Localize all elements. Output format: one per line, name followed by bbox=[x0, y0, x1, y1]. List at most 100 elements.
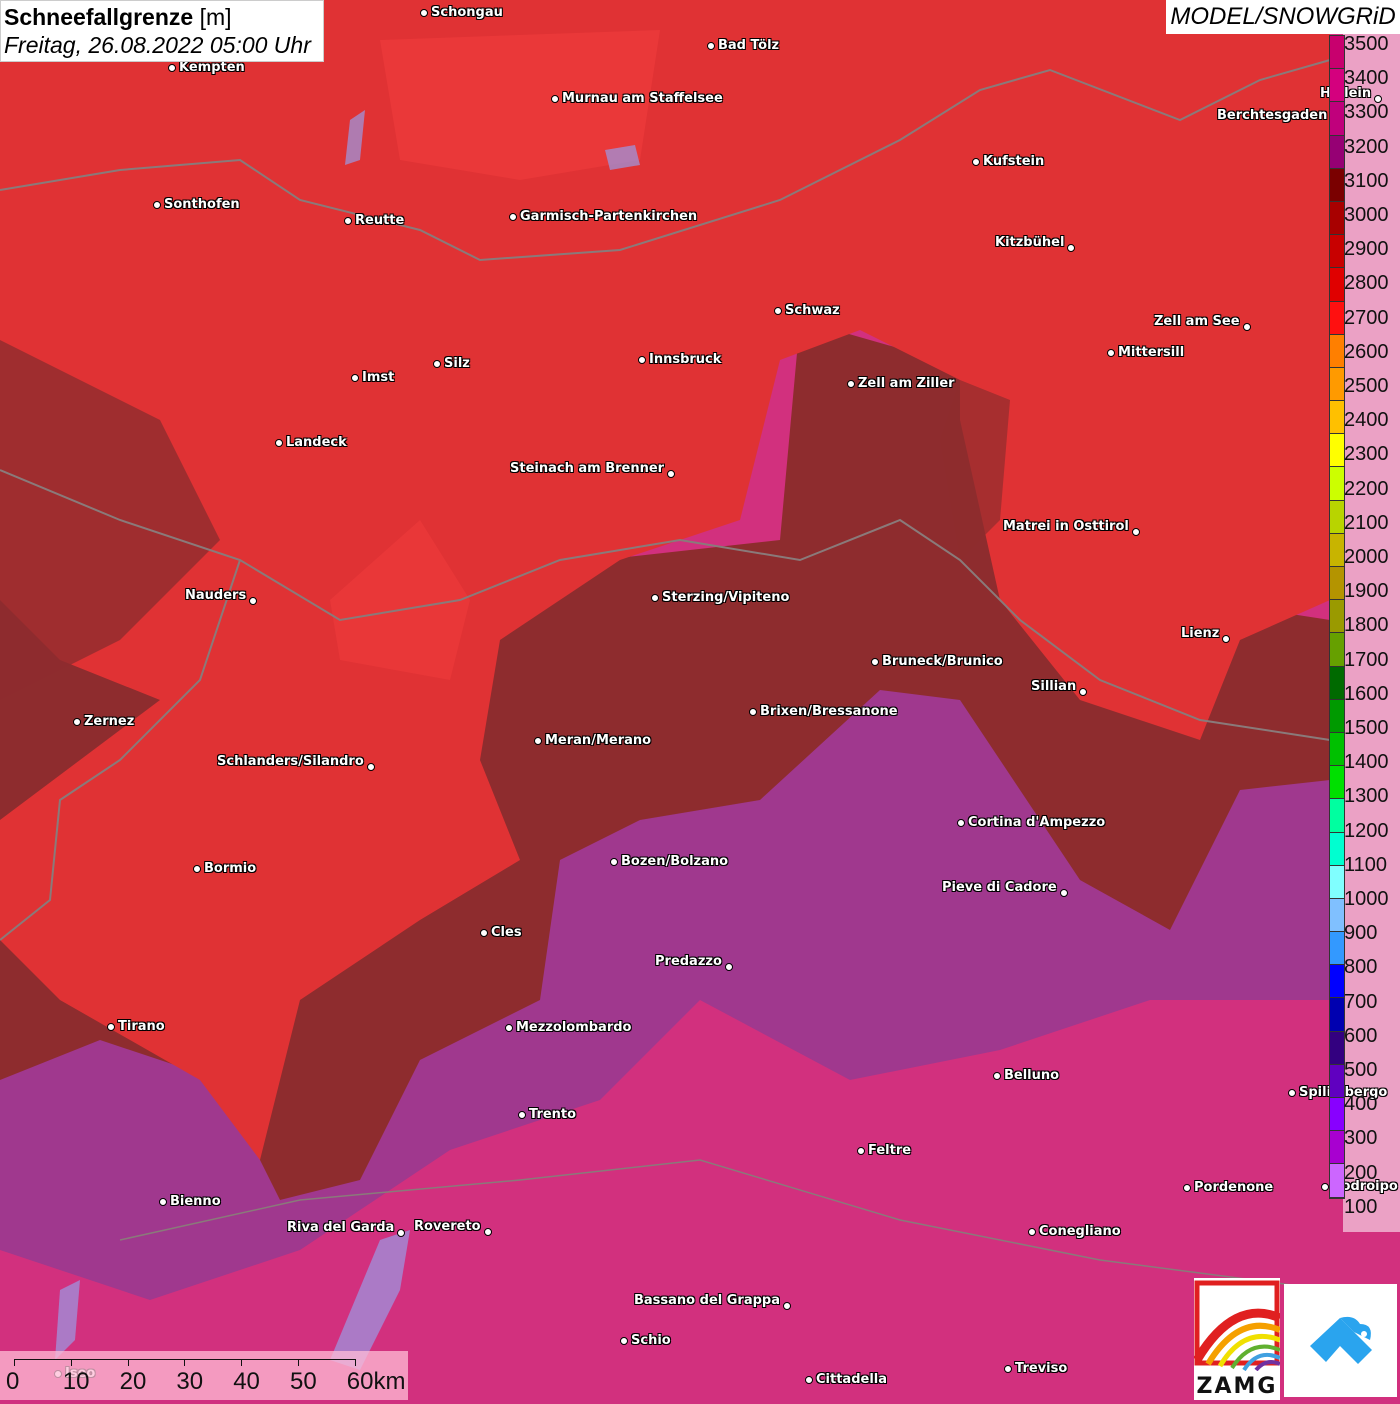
city-label: Zernez bbox=[84, 714, 135, 729]
city-label: Schwaz bbox=[785, 303, 840, 318]
city-label: Kufstein bbox=[983, 154, 1045, 169]
legend-swatch bbox=[1330, 235, 1344, 269]
legend-label: 900 bbox=[1344, 922, 1378, 945]
legend-swatch bbox=[1330, 434, 1344, 468]
city-label: Rovereto bbox=[414, 1219, 481, 1234]
legend-label: 3300 bbox=[1344, 101, 1389, 124]
scale-label: 50 bbox=[290, 1368, 317, 1395]
city-marker bbox=[433, 360, 441, 368]
legend-label: 800 bbox=[1344, 956, 1378, 979]
legend-swatch bbox=[1330, 168, 1344, 202]
legend-label: 2700 bbox=[1344, 306, 1389, 329]
city-marker bbox=[638, 356, 646, 364]
city-marker bbox=[707, 42, 715, 50]
scale-label: 30 bbox=[176, 1368, 204, 1395]
city-marker bbox=[1132, 528, 1140, 536]
scale-tick bbox=[127, 1359, 129, 1366]
legend-label: 1600 bbox=[1344, 682, 1389, 705]
city-label: Kitzbühel bbox=[995, 235, 1065, 250]
scale-tick bbox=[241, 1359, 243, 1366]
legend-swatch bbox=[1330, 1031, 1344, 1065]
city-label: Kempten bbox=[179, 60, 245, 75]
city-marker bbox=[509, 213, 517, 221]
city-label: Imst bbox=[362, 370, 395, 385]
city-label: Hallein bbox=[1320, 86, 1372, 101]
city-marker bbox=[783, 1302, 791, 1310]
scale-label: 40 bbox=[233, 1368, 260, 1395]
legend-swatch bbox=[1330, 832, 1344, 866]
legend-label: 2900 bbox=[1344, 238, 1389, 261]
legend-label: 2200 bbox=[1344, 477, 1389, 500]
legend-swatch bbox=[1330, 36, 1344, 70]
city-label: Sillian bbox=[1031, 679, 1077, 694]
legend-swatch bbox=[1330, 799, 1344, 833]
title-unit: [m] bbox=[199, 4, 232, 30]
legend-label: 600 bbox=[1344, 1024, 1378, 1047]
legend-label: 3400 bbox=[1344, 67, 1389, 90]
city-marker bbox=[420, 9, 428, 17]
legend-label: 1000 bbox=[1344, 888, 1389, 910]
legend-swatch bbox=[1330, 865, 1344, 899]
city-label: Bozen/Bolzano bbox=[621, 854, 729, 869]
legend-swatch bbox=[1330, 467, 1344, 501]
city-marker bbox=[367, 763, 375, 771]
city-label: Cles bbox=[491, 925, 522, 940]
zamg-logo: ZAMG bbox=[1193, 1278, 1282, 1400]
legend-swatch bbox=[1330, 666, 1344, 700]
city-marker bbox=[1060, 889, 1068, 897]
city-label: Matrei in Osttirol bbox=[1003, 519, 1129, 534]
city-label: Riva del Garda bbox=[287, 1220, 395, 1235]
city-marker bbox=[275, 439, 283, 447]
legend-swatch bbox=[1330, 600, 1344, 634]
legend-swatch bbox=[1330, 932, 1344, 966]
title-text: Schneefallgrenze bbox=[4, 4, 194, 30]
legend-swatch bbox=[1330, 898, 1344, 933]
legend-label: 2300 bbox=[1344, 443, 1389, 466]
scale-tick bbox=[70, 1359, 72, 1366]
legend-label: 1100 bbox=[1344, 853, 1388, 876]
city-marker bbox=[651, 594, 659, 602]
city-marker bbox=[871, 658, 879, 666]
legend-label: 3500 bbox=[1344, 33, 1389, 55]
city-label: Mezzolombardo bbox=[516, 1020, 632, 1035]
legend-swatch bbox=[1330, 268, 1344, 302]
city-label: Garmisch-Partenkirchen bbox=[520, 209, 698, 224]
legend-label: 1400 bbox=[1344, 751, 1389, 774]
legend-label: 1700 bbox=[1344, 648, 1389, 671]
city-marker bbox=[1183, 1184, 1191, 1192]
city-marker bbox=[249, 597, 257, 605]
city-label: Silz bbox=[444, 356, 470, 371]
legend-swatch bbox=[1330, 135, 1344, 169]
city-label: Lienz bbox=[1181, 626, 1220, 641]
legend-swatch bbox=[1330, 1131, 1344, 1165]
city-marker bbox=[397, 1229, 405, 1237]
legend-label: 1800 bbox=[1344, 614, 1389, 637]
city-marker bbox=[1079, 688, 1087, 696]
city-label: Tirano bbox=[118, 1019, 165, 1034]
city-label: Reutte bbox=[355, 213, 405, 228]
city-marker bbox=[620, 1337, 628, 1345]
map-title: Schneefallgrenze [m] bbox=[4, 3, 320, 31]
legend-swatch bbox=[1330, 401, 1344, 435]
legend-swatch bbox=[1330, 367, 1344, 402]
city-marker bbox=[73, 718, 81, 726]
city-label: Innsbruck bbox=[649, 352, 722, 367]
legend-label: 2000 bbox=[1344, 546, 1389, 568]
city-label: Bruneck/Brunico bbox=[882, 654, 1003, 669]
legend-label: 2500 bbox=[1344, 375, 1389, 397]
city-marker bbox=[805, 1376, 813, 1384]
city-label: Pordenone bbox=[1194, 1180, 1274, 1195]
legend-label: 200 bbox=[1344, 1161, 1378, 1184]
legend-swatch bbox=[1330, 766, 1344, 800]
city-label: Conegliano bbox=[1039, 1224, 1121, 1239]
legend-swatch bbox=[1330, 69, 1344, 103]
color-legend bbox=[1329, 35, 1345, 1199]
city-label: Treviso bbox=[1015, 1361, 1068, 1376]
city-marker bbox=[993, 1072, 1001, 1080]
legend-label: 300 bbox=[1344, 1127, 1378, 1150]
city-label: Landeck bbox=[286, 435, 347, 450]
city-marker bbox=[847, 380, 855, 388]
city-label: Bad Tölz bbox=[718, 38, 780, 53]
city-marker bbox=[168, 64, 176, 72]
legend-swatch bbox=[1330, 633, 1344, 667]
